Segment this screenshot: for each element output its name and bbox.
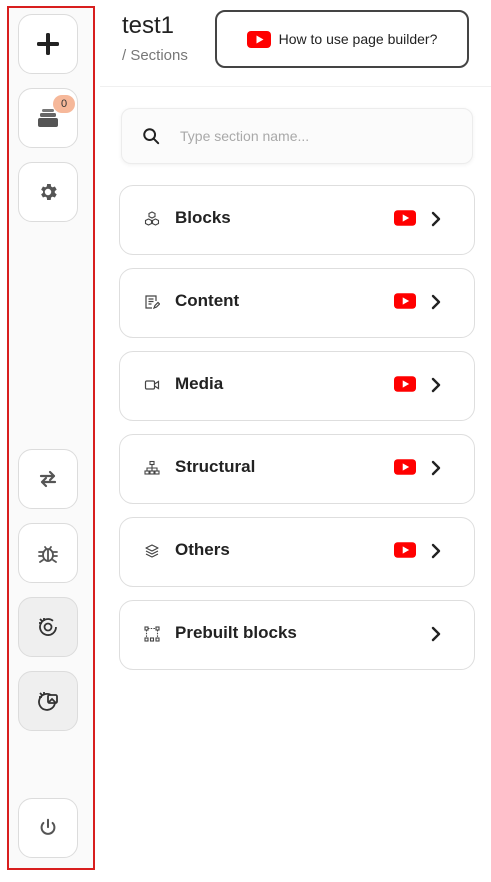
section-card-prebuilt-blocks[interactable]: Prebuilt blocks [119,600,475,670]
power-button[interactable] [18,798,78,858]
section-label: Media [175,374,224,393]
ai-image-button[interactable] [18,671,78,731]
section-card-media[interactable]: Media [119,351,475,421]
section-card-others[interactable]: Others [119,517,475,587]
section-label: Blocks [175,208,231,227]
youtube-icon[interactable] [394,210,416,226]
search-icon [143,128,160,145]
chevron-right-icon [431,543,441,559]
chevron-right-icon [431,377,441,393]
section-label: Prebuilt blocks [175,623,297,642]
layers-icon [145,544,159,558]
ai-image-icon [38,692,58,711]
gear-icon [41,184,57,200]
prebuilt-grid-icon [144,626,160,642]
document-edit-icon [145,295,160,310]
ai-settings-button[interactable] [18,597,78,657]
youtube-icon[interactable] [394,459,416,475]
page-title: test1 [122,12,175,39]
section-search-input[interactable] [178,127,442,145]
how-to-use-button[interactable]: How to use page builder? [215,10,469,68]
section-search-box [121,108,473,164]
ai-gear-icon [39,618,57,636]
chevron-right-icon [431,626,441,642]
swap-arrows-icon [39,470,57,488]
breadcrumb[interactable]: / Sections [122,47,188,64]
chevron-right-icon [431,294,441,310]
bug-icon [38,546,58,563]
chevron-right-icon [431,211,441,227]
layers-count-badge: 0 [53,95,75,113]
section-card-blocks[interactable]: Blocks [119,185,475,255]
how-to-use-label: How to use page builder? [278,31,438,47]
swap-button[interactable] [18,449,78,509]
section-label: Content [175,291,240,310]
add-section-button[interactable] [18,14,78,74]
power-icon [40,818,56,835]
youtube-icon [246,30,271,48]
video-camera-icon [144,380,160,390]
hierarchy-icon [144,460,160,475]
section-card-structural[interactable]: Structural [119,434,475,504]
youtube-icon[interactable] [394,376,416,392]
youtube-icon[interactable] [394,293,416,309]
cubes-icon [144,211,160,226]
header-divider [100,86,491,87]
settings-button[interactable] [18,162,78,222]
layers-button[interactable]: 0 [18,88,78,148]
chevron-right-icon [431,460,441,476]
section-label: Others [175,540,230,559]
sidebar: 0 [7,6,95,870]
youtube-icon[interactable] [394,542,416,558]
plus-icon [37,33,59,55]
section-label: Structural [175,457,256,476]
section-card-content[interactable]: Content [119,268,475,338]
debug-button[interactable] [18,523,78,583]
